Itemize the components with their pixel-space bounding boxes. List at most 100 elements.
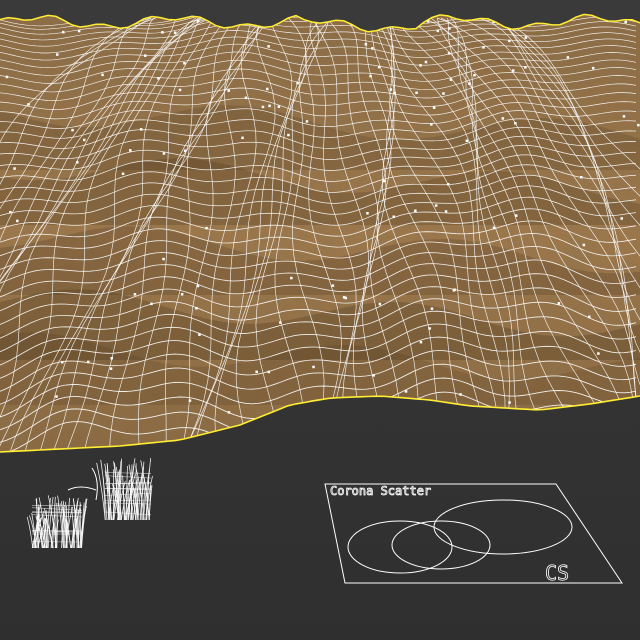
scatter-point (366, 212, 369, 215)
scatter-point (447, 183, 450, 186)
scatter-point (76, 161, 79, 164)
scatter-point (442, 92, 445, 95)
scatter-point (290, 276, 293, 280)
scatter-point (597, 352, 600, 355)
scatter-point (196, 284, 200, 288)
scatter-point (268, 104, 271, 108)
scatter-point (157, 77, 160, 80)
scatter-point (344, 296, 347, 300)
scatter-point (624, 20, 627, 24)
scatter-point (557, 302, 561, 305)
scatter-point (436, 29, 440, 33)
scatter-gizmo-title: Corona Scatter (330, 484, 431, 498)
grass-wire (104, 472, 152, 474)
scatter-point (404, 390, 408, 393)
scatter-point (275, 20, 278, 23)
grass-wire (104, 488, 152, 490)
scatter-point (188, 399, 192, 402)
scatter-point (580, 176, 583, 179)
scatter-point (637, 123, 640, 127)
grass-leaf (91, 467, 98, 501)
scatter-point (9, 210, 12, 214)
scatter-point (101, 73, 104, 77)
scatter-point (434, 204, 438, 207)
scatter-point (241, 136, 244, 140)
scatter-point (121, 172, 125, 175)
grass-wireframe-icon[interactable] (26, 458, 153, 549)
scatter-point (139, 128, 143, 131)
scatter-point (161, 31, 164, 34)
scatter-point (109, 367, 113, 370)
scatter-point (444, 210, 448, 213)
scatter-gizmo-circle-3 (433, 499, 573, 555)
scatter-point (588, 315, 591, 319)
scatter-point (266, 87, 269, 91)
grass-leaf (67, 486, 97, 491)
scatter-point (227, 89, 230, 92)
grass-blade (26, 516, 34, 549)
scatter-point (371, 47, 374, 50)
scatter-point (27, 103, 30, 106)
scatter-point (512, 69, 515, 72)
scatter-point (378, 302, 382, 306)
scatter-point (180, 293, 184, 296)
viewport[interactable]: Corona Scatter CS (0, 0, 640, 640)
scatter-point (162, 152, 166, 155)
scatter-point (244, 96, 248, 100)
scatter-point (358, 24, 361, 27)
scatter-point (393, 92, 396, 95)
scatter-point (150, 302, 153, 306)
scatter-point (428, 327, 431, 330)
scatter-point (448, 27, 451, 30)
scatter-point (144, 54, 147, 57)
scatter-point (173, 31, 177, 34)
scatter-point (473, 74, 476, 77)
scatter-point (62, 30, 65, 34)
scatter-point (198, 333, 201, 336)
corona-scatter-gizmo[interactable]: Corona Scatter CS (324, 483, 623, 585)
scatter-point (71, 128, 74, 132)
scatter-point (13, 167, 16, 170)
scatter-point (220, 20, 224, 23)
scatter-point (514, 122, 517, 125)
scatter-point (183, 62, 186, 65)
scatter-point (430, 123, 433, 126)
scatter-point (5, 75, 9, 79)
scatter-point (449, 78, 453, 81)
scatter-point (447, 52, 451, 55)
scene-canvas[interactable]: Corona Scatter CS (0, 0, 640, 640)
scatter-point (110, 357, 113, 360)
grass-blade (47, 496, 54, 549)
scatter-point (591, 66, 595, 70)
scatter-point (620, 217, 623, 220)
scatter-point (492, 226, 496, 230)
scatter-point (383, 179, 386, 183)
scatter-point (424, 60, 428, 64)
scatter-point (508, 39, 511, 43)
scatter-point (87, 360, 90, 364)
scatter-point (162, 257, 165, 261)
scatter-point (305, 120, 309, 123)
scatter-point (129, 149, 132, 152)
scatter-point (622, 115, 626, 118)
scatter-point (377, 65, 381, 69)
scatter-point (196, 20, 200, 23)
scatter-point (77, 29, 81, 33)
scatter-point (482, 46, 485, 49)
scatter-point (277, 105, 281, 108)
scatter-point (468, 82, 471, 85)
scatter-point (432, 106, 436, 109)
scatter-point (419, 64, 422, 67)
scatter-point (515, 214, 518, 217)
scatter-point (331, 284, 335, 287)
scatter-point (566, 56, 570, 59)
scatter-point (205, 226, 208, 230)
terrain-object[interactable] (0, 10, 640, 458)
scatter-point (195, 307, 198, 310)
scatter-point (261, 105, 265, 109)
scatter-point (524, 66, 527, 69)
scatter-point (392, 215, 395, 218)
scatter-point (287, 133, 290, 137)
scatter-point (83, 138, 86, 142)
scatter-point (465, 139, 469, 142)
